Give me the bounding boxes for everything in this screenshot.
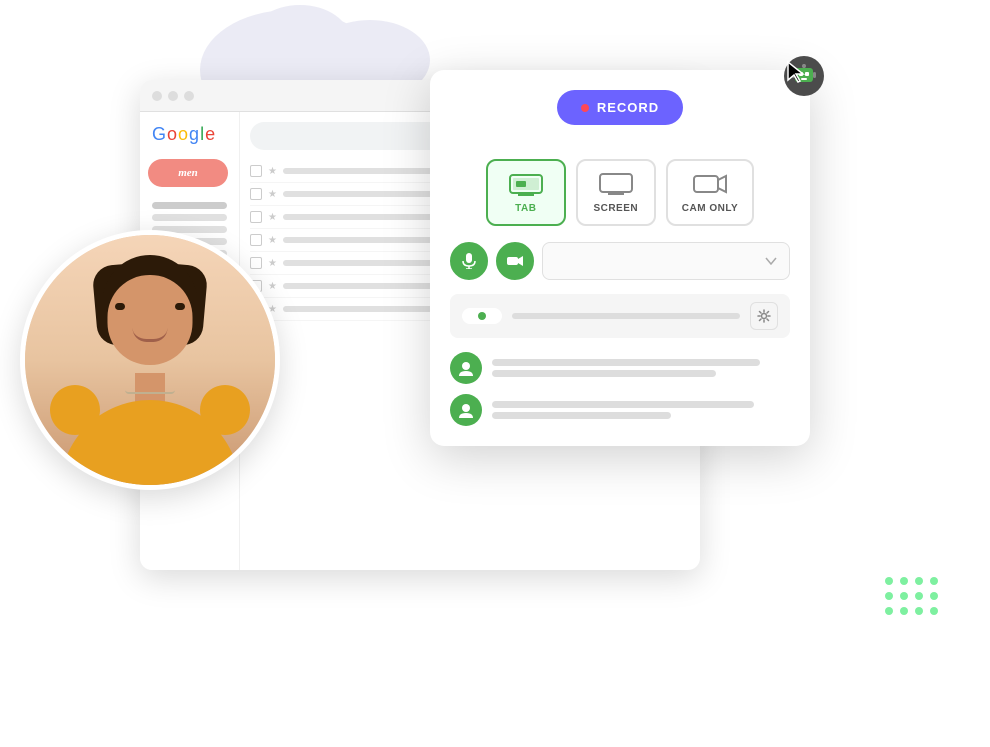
tab-info-line — [512, 313, 740, 319]
email-checkbox[interactable] — [250, 165, 262, 177]
decoration-dot — [915, 607, 923, 615]
email-checkbox[interactable] — [250, 211, 262, 223]
cloud-decoration — [250, 5, 350, 75]
decoration-dot — [900, 592, 908, 600]
decoration-dot — [915, 592, 923, 600]
browser-dot-red — [152, 91, 162, 101]
cam-only-mode-label: CAM ONLY — [682, 203, 738, 214]
user-name-line — [492, 359, 760, 366]
mode-tab-button[interactable]: TAB — [486, 159, 566, 226]
screen-mode-icon — [598, 171, 634, 197]
decoration-dot — [885, 607, 893, 615]
decorative-dots — [885, 577, 940, 617]
mode-cam-only-button[interactable]: CAM ONLY — [666, 159, 754, 226]
scene: Google men ★ — [0, 0, 990, 747]
browser-dot-yellow — [168, 91, 178, 101]
cursor-icon — [786, 60, 806, 89]
camera-button[interactable] — [496, 242, 534, 280]
cam-only-mode-icon — [692, 171, 728, 197]
mode-screen-button[interactable]: SCREEN — [576, 159, 656, 226]
google-logo: Google — [148, 124, 231, 145]
email-star[interactable]: ★ — [268, 189, 277, 200]
record-button-label: RECORD — [597, 100, 659, 115]
browser-dot-green — [184, 91, 194, 101]
user-name-line — [492, 401, 754, 408]
decoration-dot — [930, 592, 938, 600]
email-star[interactable]: ★ — [268, 166, 277, 177]
camera-dropdown[interactable] — [542, 242, 790, 280]
audio-controls — [450, 242, 790, 280]
user-info — [492, 359, 790, 377]
decoration-dot — [885, 577, 893, 585]
sidebar-nav-item — [152, 214, 227, 221]
decoration-dot — [930, 577, 938, 585]
user-row — [450, 352, 790, 384]
tab-mode-icon — [508, 171, 544, 197]
record-button[interactable]: RECORD — [557, 90, 683, 125]
recording-mode-selector: TAB SCREEN — [450, 159, 790, 226]
user-list — [450, 352, 790, 426]
email-star[interactable]: ★ — [268, 212, 277, 223]
settings-button[interactable] — [750, 302, 778, 330]
user-info — [492, 401, 790, 419]
user-detail-line — [492, 412, 671, 419]
email-checkbox[interactable] — [250, 188, 262, 200]
active-tab-pill[interactable] — [462, 308, 502, 324]
sidebar-nav-item — [152, 202, 227, 209]
decoration-dot — [930, 607, 938, 615]
tab-area — [450, 294, 790, 338]
recording-popup: RECORD TAB — [430, 70, 810, 446]
decoration-dot — [885, 592, 893, 600]
tab-active-indicator — [478, 312, 486, 320]
user-row — [450, 394, 790, 426]
user-detail-line — [492, 370, 716, 377]
google-g: G — [152, 124, 166, 145]
compose-button[interactable]: men — [148, 159, 228, 187]
record-indicator — [581, 104, 589, 112]
tab-mode-label: TAB — [515, 203, 536, 214]
user-avatar — [450, 352, 482, 384]
decoration-dot — [900, 607, 908, 615]
microphone-button[interactable] — [450, 242, 488, 280]
decoration-dot — [900, 577, 908, 585]
user-avatar — [450, 394, 482, 426]
decoration-dot — [915, 577, 923, 585]
screen-mode-label: SCREEN — [593, 203, 638, 214]
person-photo — [20, 230, 280, 490]
